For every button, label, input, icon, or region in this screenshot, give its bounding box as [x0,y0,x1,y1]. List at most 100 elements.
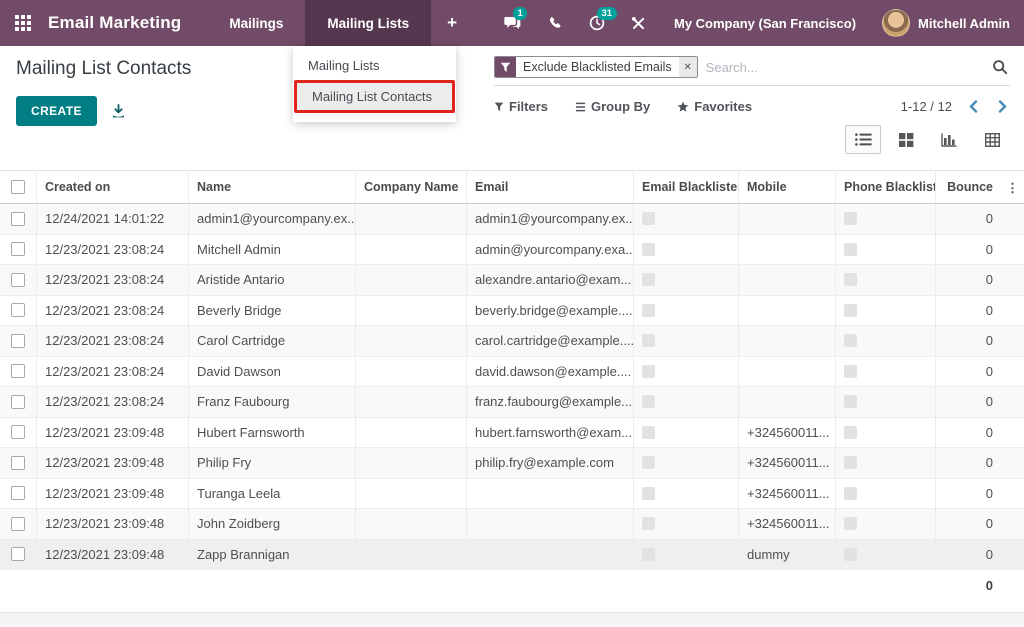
cell-mobile [738,235,835,265]
table-row[interactable]: 12/23/2021 23:08:24Mitchell Adminadmin@y… [0,235,1024,266]
search-icon[interactable] [992,59,1010,75]
messages-button[interactable]: 1 [496,0,530,46]
cell-email-blacklisted [633,418,738,448]
pager-next-icon[interactable] [995,100,1010,113]
search-input[interactable] [698,60,992,75]
graph-view-button[interactable] [931,125,967,154]
cell-name: Zapp Brannigan [188,540,355,570]
table-row[interactable]: 12/23/2021 23:08:24Carol Cartridgecarol.… [0,326,1024,357]
table-row[interactable]: 12/23/2021 23:08:24David Dawsondavid.daw… [0,357,1024,388]
list-view-button[interactable] [845,125,881,154]
table-footer: 0 [0,570,1024,600]
table-row[interactable]: 12/23/2021 23:08:24Beverly Bridgebeverly… [0,296,1024,327]
tools-button[interactable] [622,0,656,46]
user-name: Mitchell Admin [918,16,1010,31]
group-by-icon [575,102,586,112]
page-title: Mailing List Contacts [16,58,191,80]
col-header-name[interactable]: Name [188,171,355,203]
pager-previous-icon[interactable] [966,100,981,113]
col-header-email[interactable]: Email [466,171,633,203]
email-blacklisted-checkbox [642,212,655,225]
messages-badge: 1 [513,7,527,20]
cell-email-blacklisted [633,387,738,417]
row-checkbox[interactable] [11,364,25,378]
cell-name: John Zoidberg [188,509,355,539]
row-checkbox[interactable] [11,456,25,470]
col-header-created-on[interactable]: Created on [36,171,188,203]
table-row[interactable]: 12/23/2021 23:09:48Hubert Farnsworthhube… [0,418,1024,449]
table-row[interactable]: 12/23/2021 23:08:24Aristide Antarioalexa… [0,265,1024,296]
star-icon [677,101,689,113]
row-checkbox[interactable] [11,547,25,561]
row-checkbox[interactable] [11,303,25,317]
phone-blacklisted-checkbox [844,548,857,561]
cell-email-blacklisted [633,326,738,356]
cell-email-blacklisted [633,235,738,265]
table-row[interactable]: 12/23/2021 23:09:48Philip Fryphilip.fry@… [0,448,1024,479]
row-checkbox[interactable] [11,273,25,287]
dropdown-item-mailing-lists[interactable]: Mailing Lists [293,52,456,79]
email-blacklisted-checkbox [642,243,655,256]
optional-columns-icon[interactable]: ⋮ [1001,171,1024,203]
col-header-bounce[interactable]: Bounce [935,171,1001,203]
menu-plus-button[interactable]: + [431,0,473,46]
cell-bounce: 0 [935,387,1001,417]
kanban-view-button[interactable] [888,125,924,154]
cell-company-name [355,265,466,295]
cell-email [466,540,633,570]
pivot-view-button[interactable] [974,125,1010,154]
col-header-mobile[interactable]: Mobile [738,171,835,203]
cell-email: admin1@yourcompany.ex... [466,204,633,234]
email-blacklisted-checkbox [642,426,655,439]
activities-button[interactable]: 31 [580,0,614,46]
row-checkbox[interactable] [11,425,25,439]
cell-email-blacklisted [633,509,738,539]
menu-mailing-lists[interactable]: Mailing Lists [305,0,431,46]
dropdown-item-mailing-list-contacts[interactable]: Mailing List Contacts [297,83,452,110]
table-row[interactable]: 12/23/2021 23:09:48John Zoidberg+3245600… [0,509,1024,540]
cell-bounce: 0 [935,418,1001,448]
favorites-button[interactable]: Favorites [677,99,752,114]
row-checkbox[interactable] [11,242,25,256]
table-body: 12/24/2021 14:01:22 admin1@yourcompany.ex… [0,204,1024,570]
col-header-email-blacklisted[interactable]: Email Blacklisted [633,171,738,203]
mailing-lists-dropdown: Mailing Lists Mailing List Contacts [293,46,456,122]
row-checkbox[interactable] [11,212,25,226]
app-name[interactable]: Email Marketing [46,0,207,46]
cell-mobile [738,265,835,295]
cell-created-on: 12/24/2021 14:01:22 [36,204,188,234]
menu-mailings[interactable]: Mailings [207,0,305,46]
select-all-checkbox[interactable] [11,180,25,194]
calls-button[interactable] [538,0,572,46]
cell-mobile: +324560011... [738,479,835,509]
apps-menu-icon[interactable] [0,0,46,46]
row-checkbox[interactable] [11,395,25,409]
cell-phone-blacklisted [835,204,935,234]
col-header-phone-blacklisted[interactable]: Phone Blacklist... [835,171,935,203]
col-header-company-name[interactable]: Company Name [355,171,466,203]
create-button[interactable]: CREATE [16,96,97,126]
cell-bounce: 0 [935,296,1001,326]
cell-email: franz.faubourg@example.... [466,387,633,417]
email-blacklisted-checkbox [642,334,655,347]
email-blacklisted-checkbox [642,487,655,500]
cell-email: philip.fry@example.com [466,448,633,478]
row-checkbox[interactable] [11,334,25,348]
company-switcher[interactable]: My Company (San Francisco) [664,16,874,31]
export-icon[interactable] [111,104,126,119]
tools-icon [631,16,646,31]
cell-mobile: dummy [738,540,835,570]
cell-bounce: 0 [935,479,1001,509]
cell-email-blacklisted [633,479,738,509]
group-by-button[interactable]: Group By [575,99,650,114]
table-row[interactable]: 12/24/2021 14:01:22 admin1@yourcompany.ex… [0,204,1024,235]
table-row[interactable]: 12/23/2021 23:09:48Zapp Brannigandummy0 [0,540,1024,571]
user-menu[interactable]: Mitchell Admin [882,9,1010,37]
filters-button[interactable]: Filters [494,99,548,114]
row-checkbox[interactable] [11,486,25,500]
table-row[interactable]: 12/23/2021 23:08:24Franz Faubourgfranz.f… [0,387,1024,418]
row-checkbox[interactable] [11,517,25,531]
facet-remove-icon[interactable]: ✕ [679,57,697,77]
cell-email: carol.cartridge@example.... [466,326,633,356]
table-row[interactable]: 12/23/2021 23:09:48Turanga Leela+3245600… [0,479,1024,510]
